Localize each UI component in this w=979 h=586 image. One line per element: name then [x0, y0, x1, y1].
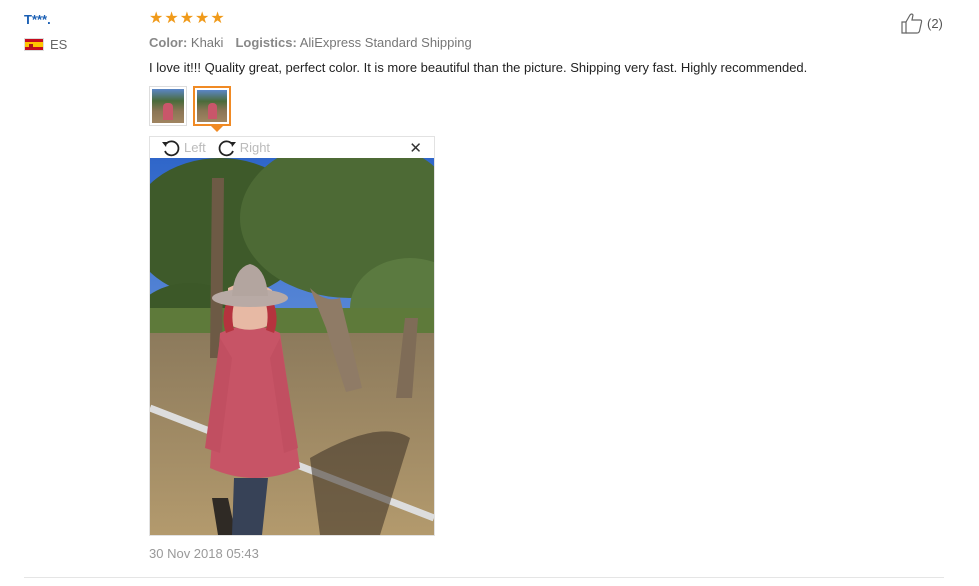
review-text: I love it!!! Quality great, perfect colo… — [149, 60, 808, 75]
rotate-left-icon — [162, 139, 180, 156]
viewer-toolbar: Left Right ✕ — [150, 137, 434, 158]
review-thumbnails — [149, 86, 231, 126]
helpful-button[interactable]: (2) — [900, 12, 943, 34]
thumbnail-pointer — [211, 126, 223, 132]
review-thumbnail[interactable] — [149, 86, 187, 126]
star-icon: ★ — [179, 10, 195, 27]
rotate-right-icon — [218, 139, 236, 156]
review-date: 30 Nov 2018 05:43 — [149, 546, 259, 561]
rotate-right-label: Right — [239, 140, 271, 155]
spain-flag-icon — [24, 38, 44, 51]
rotate-left-label: Left — [184, 140, 206, 155]
order-attributes: Color: Khaki Logistics: AliExpress Stand… — [149, 35, 472, 50]
star-icon: ★ — [210, 10, 225, 27]
reviewer-name: T***. — [24, 12, 51, 27]
helpful-count: (2) — [927, 15, 943, 31]
reviewer-country: ES — [24, 37, 67, 52]
divider — [24, 577, 944, 578]
star-icon: ★ — [149, 10, 164, 27]
review-photo-image — [150, 158, 434, 535]
image-viewer: Left Right ✕ — [149, 136, 435, 536]
rotate-left-button[interactable]: Left — [160, 138, 206, 158]
star-icon: ★ — [195, 10, 210, 27]
review-photo — [150, 158, 434, 535]
star-icon: ★ — [164, 10, 179, 27]
thumbs-up-icon — [901, 13, 923, 34]
color-attribute: Color: Khaki — [149, 35, 224, 50]
country-code: ES — [50, 37, 68, 52]
close-icon[interactable]: ✕ — [409, 139, 422, 157]
rotate-right-button[interactable]: Right — [216, 138, 270, 158]
logistics-attribute: Logistics: AliExpress Standard Shipping — [235, 35, 472, 50]
star-rating: ★ ★ ★ ★ ★ — [149, 11, 225, 27]
review-thumbnail-active[interactable] — [193, 86, 231, 126]
